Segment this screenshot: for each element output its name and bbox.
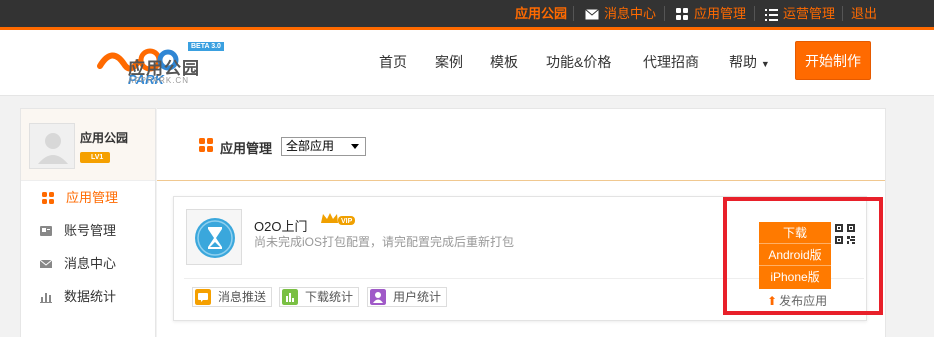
nav-agents[interactable]: 代理招商: [643, 52, 699, 72]
top-messages-link[interactable]: 消息中心: [585, 0, 656, 27]
mail-icon: [585, 9, 599, 20]
sidebar-item-label: 应用管理: [66, 190, 119, 205]
nav-help[interactable]: 帮助 ▼: [729, 52, 770, 72]
top-ops-label: 运营管理: [783, 6, 836, 21]
user-stats-label: 用户统计: [393, 290, 442, 304]
nav-pricing[interactable]: 功能&价格: [546, 52, 611, 72]
sidebar-item-label: 数据统计: [64, 289, 117, 304]
user-icon: [370, 289, 386, 305]
nav-help-label: 帮助: [729, 54, 757, 70]
app-icon[interactable]: [186, 209, 242, 265]
download-menu: 下载 Android版 iPhone版: [759, 222, 831, 289]
top-site-link[interactable]: 应用公园: [515, 0, 567, 27]
account-icon: [40, 226, 52, 236]
hourglass-icon: [195, 218, 235, 258]
sidebar-item-messages[interactable]: 消息中心: [21, 247, 155, 280]
nav-cases[interactable]: 案例: [435, 52, 463, 72]
nav-templates[interactable]: 模板: [490, 52, 518, 72]
bar-chart-icon: [282, 289, 298, 305]
vip-badge: VIP: [341, 218, 353, 225]
publish-app-link[interactable]: ⬆ 发布应用: [767, 292, 827, 309]
avatar[interactable]: [29, 123, 75, 169]
chart-icon: [40, 293, 52, 303]
mail-icon: [40, 259, 52, 268]
nav-home[interactable]: 首页: [379, 52, 407, 72]
user-stats-button[interactable]: 用户统计: [367, 287, 448, 307]
publish-app-label: 发布应用: [779, 294, 828, 308]
divider: [842, 6, 843, 21]
top-ops-link[interactable]: 运营管理: [765, 0, 835, 27]
page-title: 应用管理: [220, 141, 273, 156]
list-icon: [765, 8, 778, 21]
top-app-manage-label: 应用管理: [694, 6, 747, 21]
message-icon: [195, 289, 211, 305]
sidebar-item-apps[interactable]: 应用管理: [21, 181, 155, 214]
sidebar-item-account[interactable]: 账号管理: [21, 214, 155, 247]
apps-icon: [42, 192, 54, 204]
site-header: PARK BETA 3.0 应用公园 APPPARK.CN 首页 案例 模板 功…: [0, 30, 934, 96]
avatar-placeholder-icon: [38, 133, 68, 164]
vip-crown-icon: VIP: [321, 213, 355, 225]
sidebar: 应用公园 LV1 应用管理 账号管理 消息中心 数据统计: [20, 108, 156, 337]
push-message-label: 消息推送: [218, 290, 267, 304]
main-header: 应用管理 全部应用: [157, 109, 885, 181]
divider: [573, 6, 574, 21]
top-app-manage-link[interactable]: 应用管理: [676, 0, 746, 27]
download-stats-button[interactable]: 下载统计: [279, 287, 360, 307]
app-filter-select[interactable]: 全部应用: [281, 137, 366, 156]
divider: [754, 6, 755, 21]
download-button[interactable]: 下载: [759, 222, 831, 244]
beta-badge: BETA 3.0: [188, 42, 224, 51]
iphone-download-button[interactable]: iPhone版: [759, 266, 831, 288]
app-filter-value: 全部应用: [286, 139, 335, 153]
app-status-text: 尚未完成iOS打包配置，请完配置完成后重新打包: [254, 235, 515, 249]
caret-down-icon: ▼: [760, 59, 770, 69]
apps-icon: [199, 138, 213, 152]
upload-icon: ⬆: [767, 294, 778, 308]
top-bar: 应用公园 消息中心 应用管理 运营管理 退出: [0, 0, 934, 27]
sidebar-item-label: 账号管理: [64, 223, 117, 238]
sidebar-item-stats[interactable]: 数据统计: [21, 280, 155, 313]
level-badge: LV1: [80, 152, 110, 163]
logout-link[interactable]: 退出: [851, 0, 877, 27]
sidebar-item-label: 消息中心: [64, 256, 117, 271]
user-profile: 应用公园 LV1: [21, 109, 155, 181]
push-message-button[interactable]: 消息推送: [192, 287, 273, 307]
logo-subtitle: APPPARK.CN: [128, 76, 189, 85]
download-stats-label: 下载统计: [305, 290, 354, 304]
start-create-button[interactable]: 开始制作: [795, 41, 871, 80]
divider: [664, 6, 665, 21]
qr-code-icon[interactable]: [835, 224, 855, 244]
caret-down-icon: [351, 144, 359, 149]
android-download-button[interactable]: Android版: [759, 244, 831, 266]
top-messages-label: 消息中心: [604, 6, 657, 21]
apps-icon: [676, 8, 688, 21]
user-name: 应用公园: [80, 131, 129, 145]
